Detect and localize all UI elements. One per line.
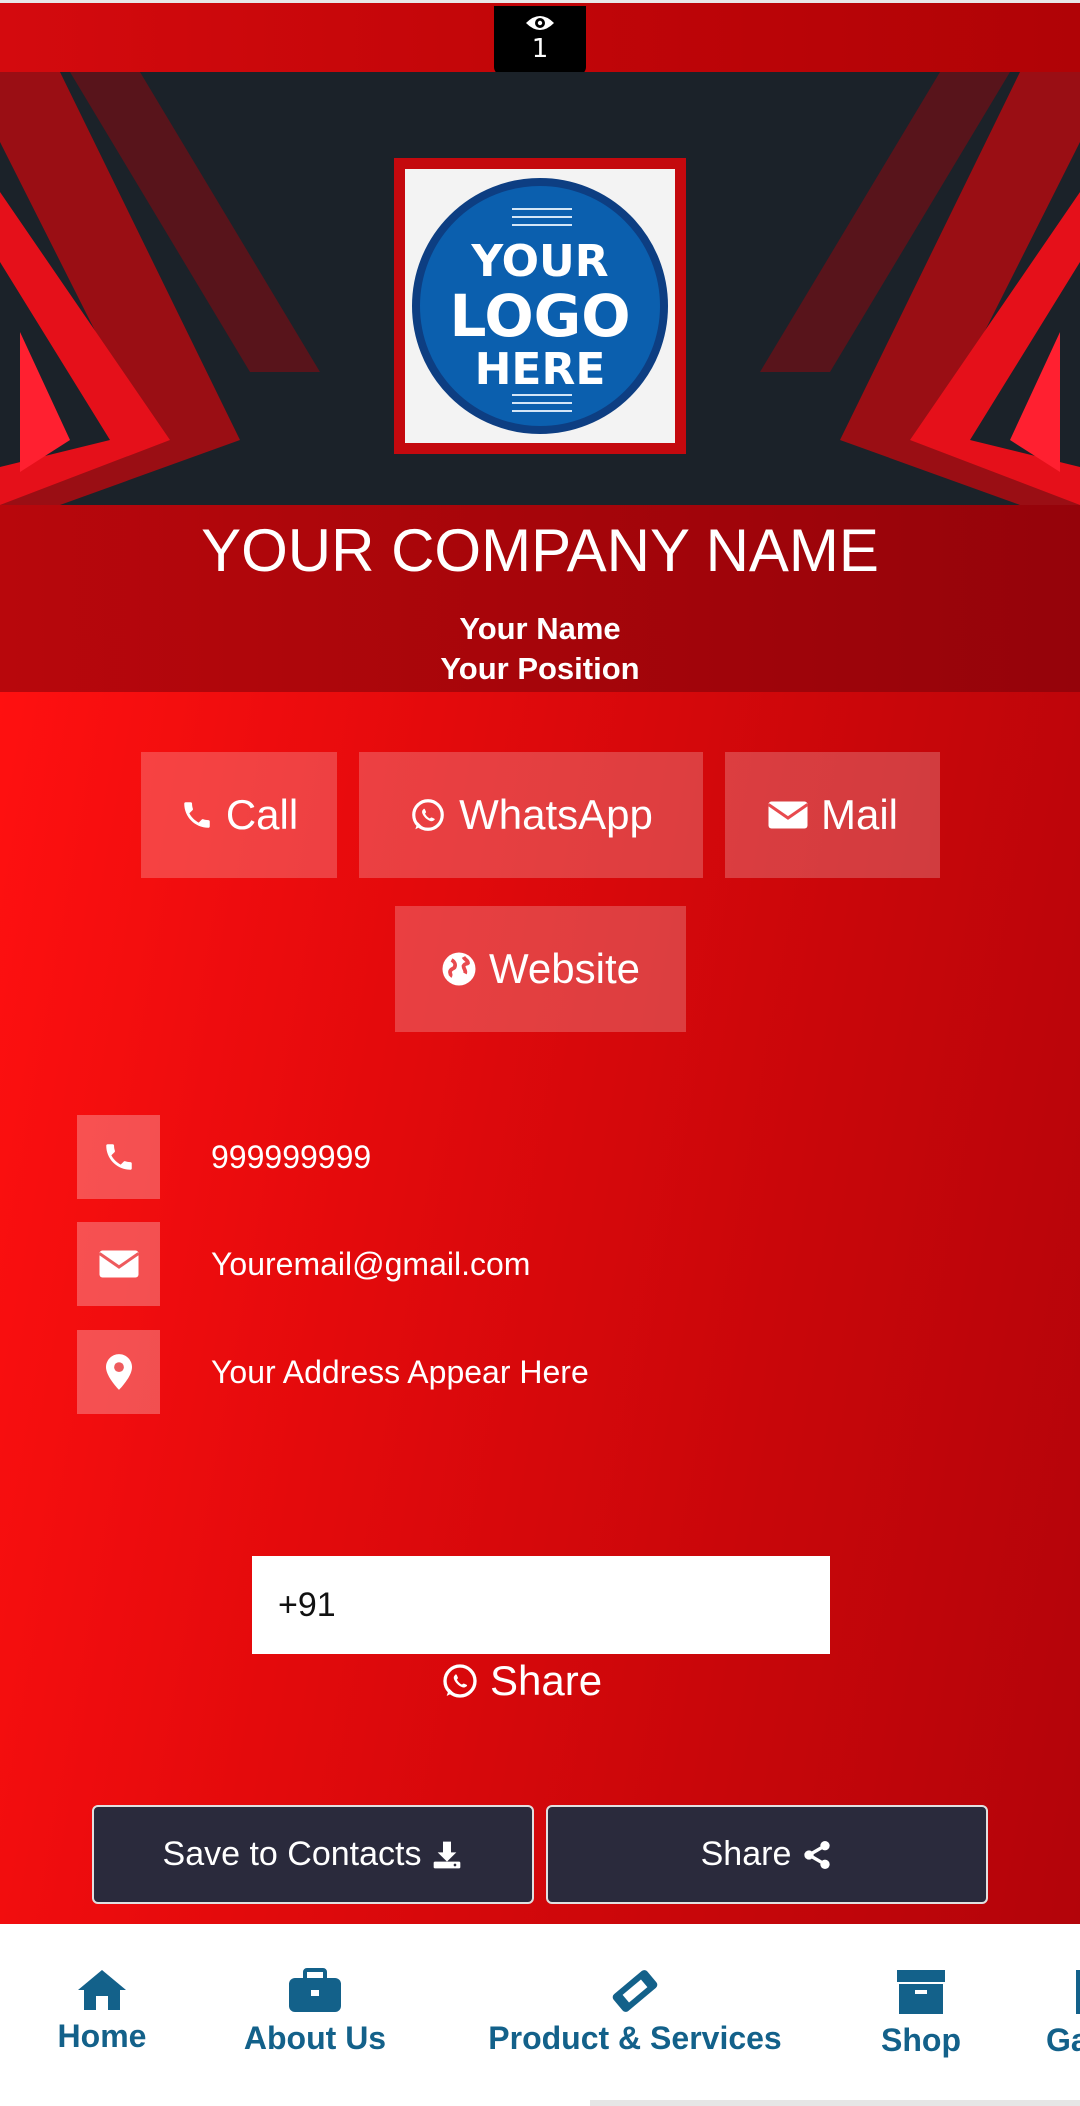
nav-scrollbar[interactable] [590,2100,1080,2106]
address-text[interactable]: Your Address Appear Here [211,1354,589,1391]
logo-line [512,402,572,404]
company-name: YOUR COMPANY NAME [201,517,879,584]
logo-circle: YOUR LOGO HERE [412,178,668,434]
nav-shop-label: Shop [881,2022,961,2058]
eye-icon [526,16,554,30]
share-icon [804,1840,831,1869]
share-label: Share [700,1835,792,1873]
nav-product-services[interactable]: Product & Services [476,1968,794,2057]
address-row-icon-box [77,1330,160,1414]
briefcase-icon [289,1968,341,2012]
nav-home[interactable]: Home [50,1968,154,2055]
logo-line [512,224,572,226]
gallery-icon [1076,1970,1080,2014]
logo-line [512,216,572,218]
phone-row[interactable]: 999999999 [77,1115,877,1199]
envelope-icon [98,1250,139,1278]
address-row[interactable]: Your Address Appear Here [77,1330,877,1414]
envelope-icon [767,801,809,829]
save-to-contacts-label: Save to Contacts [162,1835,422,1873]
logo-text-1: YOUR [471,236,609,287]
nav-about-us-label: About Us [243,2020,387,2056]
phone-row-icon-box [77,1115,160,1199]
person-position: Your Position [440,651,640,686]
nav-gallery[interactable]: Ga [1046,1968,1080,2059]
mail-label: Mail [820,791,898,838]
logo-text-3: HERE [474,344,606,395]
website-label: Website [489,945,640,992]
whatsapp-icon [412,799,444,831]
phone-number[interactable]: 999999999 [211,1139,371,1176]
call-label: Call [225,791,299,838]
bottom-navigation: Home About Us Product & Services Shop Ga [0,1924,1080,2106]
hero-banner: YOUR LOGO HERE [0,72,1080,505]
website-button[interactable]: Website [395,906,686,1032]
logo-line [512,208,572,210]
nav-shop[interactable]: Shop [876,1968,966,2059]
map-marker-icon [105,1354,132,1390]
logo-text-2: LOGO [449,282,631,350]
nav-gallery-label: Ga [1046,2022,1080,2058]
home-icon [78,1970,126,2010]
phone-icon [184,802,210,828]
whatsapp-label: WhatsApp [459,791,653,838]
globe-icon [442,952,476,986]
download-icon [434,1841,461,1868]
view-counter: 1 [494,6,586,75]
whatsapp-share-button[interactable]: Share [440,1655,602,1707]
view-count: 1 [531,34,549,64]
email-row-icon-box [77,1222,160,1306]
email-address[interactable]: Youremail@gmail.com [211,1246,530,1283]
company-logo: YOUR LOGO HERE [394,158,686,454]
top-bar: 1 [0,0,1080,75]
nav-about-us[interactable]: About Us [236,1968,394,2057]
phone-icon [105,1144,132,1170]
company-header: YOUR COMPANY NAME Your Name Your Positio… [0,505,1080,692]
logo-line [512,394,572,396]
nav-home-label: Home [57,2018,147,2054]
archive-box-icon [897,1970,945,2014]
whatsapp-share-label: Share [490,1657,603,1704]
share-button[interactable]: Share [546,1805,988,1904]
whatsapp-icon [443,1664,477,1698]
nav-product-services-label: Product & Services [488,2020,782,2056]
email-row[interactable]: Youremail@gmail.com [77,1222,877,1306]
whatsapp-button[interactable]: WhatsApp [359,752,703,878]
ticket-icon [612,1970,658,2012]
whatsapp-number-input[interactable] [252,1556,830,1654]
person-name: Your Name [459,611,621,646]
mail-button[interactable]: Mail [725,752,940,878]
logo-line [512,410,572,412]
call-button[interactable]: Call [141,752,337,878]
save-to-contacts-button[interactable]: Save to Contacts [92,1805,534,1904]
